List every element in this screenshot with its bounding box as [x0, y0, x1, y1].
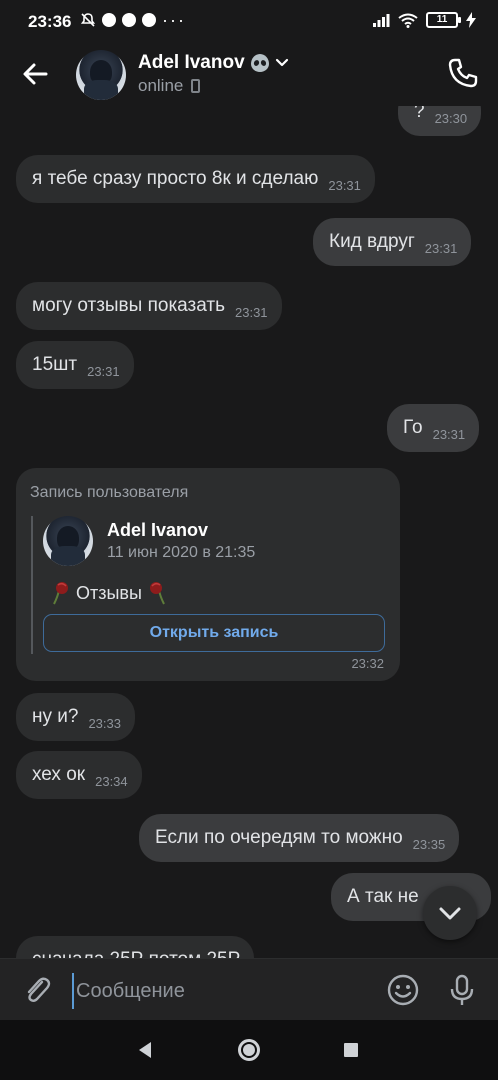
shared-post[interactable]: Запись пользователя Adel Ivanov 11 июн 2… — [16, 468, 400, 681]
post-author-name[interactable]: Adel Ivanov — [107, 520, 208, 541]
message-text: Если по очередям то можно — [155, 827, 403, 848]
message-text: я тебе сразу просто 8к и сделаю — [32, 168, 319, 189]
scroll-to-bottom-button[interactable] — [423, 886, 477, 940]
system-icons: 11 — [372, 12, 476, 28]
message-text: ну и? — [32, 706, 79, 727]
open-post-button[interactable]: Открыть запись — [43, 614, 385, 652]
message-text: могу отзывы показать — [32, 295, 225, 316]
message-time: 23:31 — [328, 178, 361, 193]
nav-home-button[interactable] — [238, 1039, 260, 1061]
system-navigation-bar — [0, 1020, 498, 1080]
message-text: Кид вдруг — [329, 231, 415, 252]
chat-header: Adel Ivanov online — [0, 42, 498, 106]
message-text: сначала 25Р потом 25Р — [32, 949, 240, 958]
message-time: 23:31 — [235, 305, 268, 320]
mobile-device-icon — [191, 79, 201, 93]
emoji-button[interactable] — [386, 973, 420, 1007]
message-time: 23:31 — [432, 427, 466, 442]
contact-status: online — [138, 76, 184, 95]
wilted-rose-icon — [53, 582, 68, 605]
message-time: 23:35 — [412, 837, 446, 852]
message-text: хех ок — [32, 764, 86, 785]
battery-icon: 11 — [426, 12, 461, 28]
call-button[interactable] — [446, 56, 480, 90]
signal-icon — [373, 14, 390, 27]
wifi-icon — [398, 13, 418, 28]
message-bubble[interactable]: Кид вдруг 23:31 — [313, 218, 472, 266]
chevron-down-icon — [275, 58, 288, 67]
message-bubble[interactable]: ну и? 23:33 — [16, 693, 135, 741]
message-bubble[interactable]: я тебе сразу просто 8к и сделаю 23:31 — [16, 155, 375, 203]
back-button[interactable] — [18, 56, 54, 92]
message-bubble[interactable]: сначала 25Р потом 25Р — [16, 936, 255, 958]
nav-back-button[interactable] — [136, 1041, 154, 1059]
quote-line — [31, 516, 33, 654]
chevron-down-icon — [439, 907, 461, 920]
message-time: 23:34 — [95, 774, 128, 789]
message-composer: Сообщение — [0, 958, 498, 1020]
more-notifications-icon: ··· — [162, 10, 186, 30]
chat-notification-icon — [122, 13, 136, 27]
post-date: 11 июн 2020 в 21:35 — [107, 544, 256, 561]
message-time: 23:31 — [87, 364, 120, 379]
message-text: Го — [403, 417, 423, 438]
message-time: 23:32 — [351, 656, 384, 671]
message-text: А так не — [347, 886, 419, 907]
avatar[interactable] — [76, 50, 126, 100]
status-time: 23:36 — [28, 12, 72, 31]
chat-notification-icon — [102, 13, 116, 27]
contact-status-row: online — [138, 76, 201, 96]
contact-name-row[interactable]: Adel Ivanov — [138, 52, 289, 74]
message-time: 23:33 — [88, 716, 121, 731]
charging-icon — [466, 12, 476, 28]
nav-recents-button[interactable] — [344, 1043, 358, 1057]
alien-emoji-icon — [250, 54, 269, 72]
wilted-rose-icon — [149, 582, 165, 605]
message-list[interactable]: ? 23:30 я тебе сразу просто 8к и сделаю 23… — [0, 106, 498, 958]
message-bubble[interactable]: хех ок 23:34 — [16, 751, 142, 799]
message-bubble[interactable]: могу отзывы показать 23:31 — [16, 282, 282, 330]
status-bar: 23:36 ··· 11 — [0, 0, 498, 42]
microphone-button[interactable] — [446, 973, 478, 1007]
bell-off-icon — [80, 13, 96, 27]
message-time: 23:31 — [424, 241, 458, 256]
attach-button[interactable] — [20, 973, 54, 1007]
message-bubble[interactable]: Го 23:31 — [387, 404, 480, 452]
contact-name: Adel Ivanov — [138, 52, 245, 73]
chat-notification-icon — [142, 13, 156, 27]
message-text: ? — [414, 106, 425, 122]
message-bubble[interactable]: Если по очередям то можно 23:35 — [139, 814, 460, 862]
message-bubble[interactable]: 15шт 23:31 — [16, 341, 134, 389]
message-time: 23:30 — [434, 111, 468, 126]
notification-icons: ··· — [80, 10, 186, 30]
message-text: 15шт — [32, 354, 78, 375]
post-author-avatar[interactable] — [43, 516, 93, 566]
post-text: Отзывы — [76, 582, 142, 603]
post-text-row: Отзывы — [50, 580, 168, 606]
shared-post-label: Запись пользователя — [30, 484, 189, 501]
message-bubble[interactable]: ? 23:30 — [398, 106, 482, 136]
message-input[interactable]: Сообщение — [72, 973, 372, 1009]
